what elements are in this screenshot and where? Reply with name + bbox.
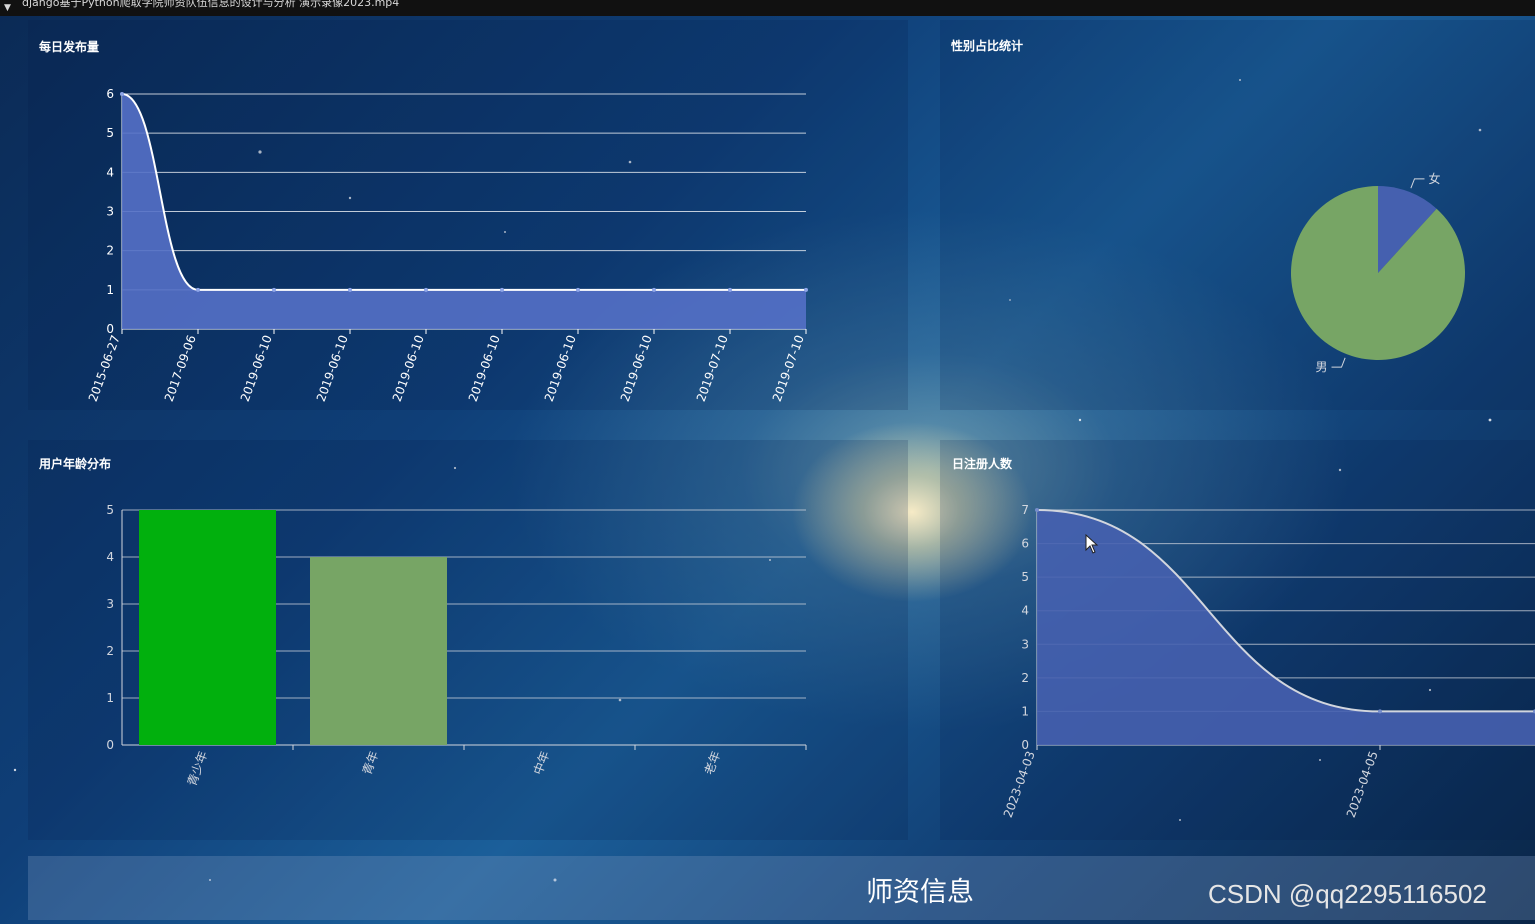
daily-posts-data-point <box>348 287 352 292</box>
daily-posts-data-point <box>196 287 200 292</box>
mouse-cursor-icon <box>1085 534 1099 554</box>
daily-posts-xtick-label: 2019-06-10 <box>390 333 427 403</box>
daily-posts-data-point <box>272 287 276 292</box>
daily-posts-ytick-label: 3 <box>106 205 114 219</box>
daily-posts-ytick-label: 2 <box>106 244 114 258</box>
panel-title-registrations: 日注册人数 <box>952 457 1013 471</box>
daily-posts-ytick-label: 1 <box>106 283 114 297</box>
daily-posts-xtick-label: 2017-09-06 <box>162 333 199 403</box>
daily-posts-ytick-label: 5 <box>106 126 114 140</box>
daily-posts-ytick-label: 6 <box>106 87 114 101</box>
footer-title: 师资信息 <box>866 877 974 908</box>
daily-posts-xtick-label: 2015-06-27 <box>86 333 123 403</box>
daily-posts-ytick-label: 4 <box>106 165 114 179</box>
panel-gender <box>940 20 1535 410</box>
daily-posts-xtick-label: 2019-06-10 <box>238 333 275 403</box>
daily-posts-data-point <box>652 287 656 292</box>
panel-registrations <box>940 440 1535 840</box>
panel-age <box>28 440 908 840</box>
daily-posts-xtick-label: 2019-06-10 <box>466 333 503 403</box>
daily-posts-xtick-label: 2019-07-10 <box>694 333 731 403</box>
daily-posts-data-point <box>728 287 732 292</box>
panel-title-gender: 性别占比统计 <box>951 39 1024 53</box>
daily-posts-series-line <box>121 93 806 291</box>
daily-posts-xtick-label: 2019-06-10 <box>314 333 351 403</box>
daily-posts-data-point <box>120 92 124 96</box>
daily-posts-xtick-label: 2019-06-10 <box>618 333 655 403</box>
daily-posts-data-point <box>576 287 580 292</box>
daily-posts-data-point <box>500 287 504 292</box>
daily-posts-data-point <box>804 287 808 292</box>
daily-posts-xtick-label: 2019-07-10 <box>770 333 807 403</box>
panel-title-age: 用户年龄分布 <box>39 457 112 471</box>
daily-posts-data-point <box>424 287 428 292</box>
daily-posts-xtick-label: 2019-06-10 <box>542 333 579 403</box>
csdn-watermark: CSDN @qq2295116502 <box>1208 879 1487 909</box>
